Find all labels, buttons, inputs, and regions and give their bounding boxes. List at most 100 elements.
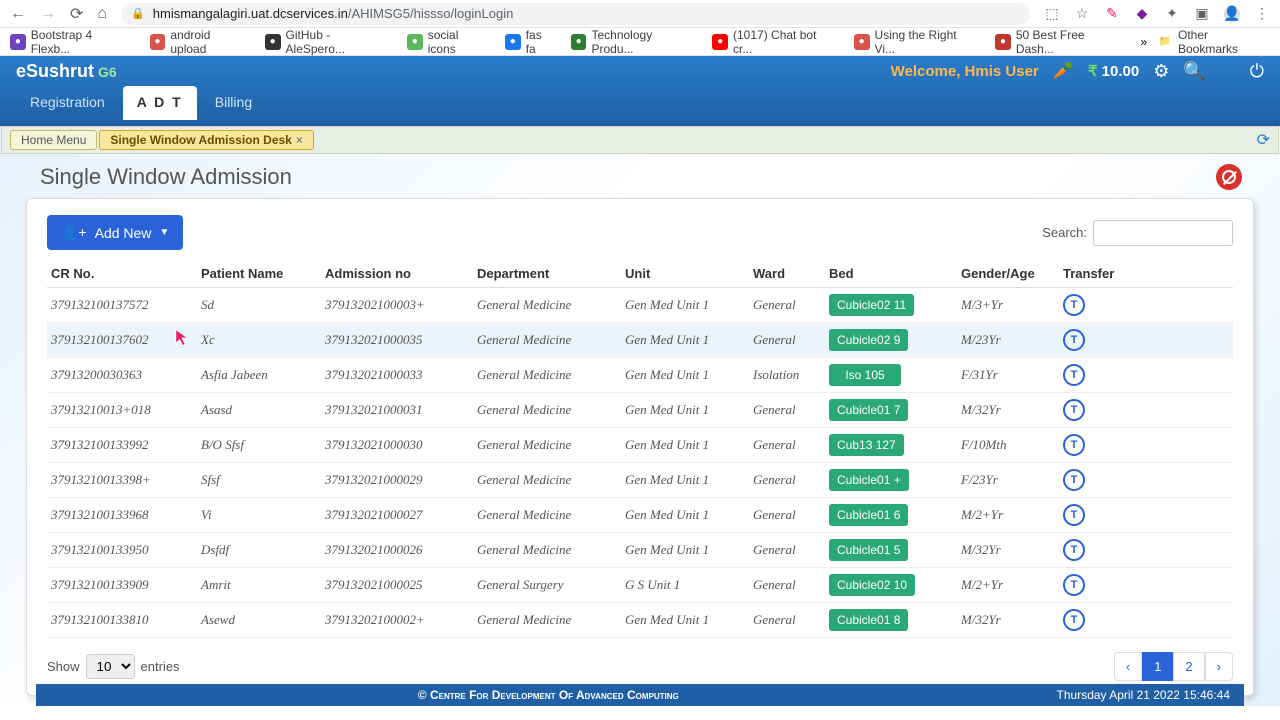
cell-transfer: T [1059,428,1233,463]
table-row[interactable]: 379132100133950 Dsfdf 379132021000026 Ge… [47,533,1233,568]
show-label: Show [47,659,80,674]
cell-ward: General [749,603,825,638]
power-icon[interactable]: ⏻ [1250,61,1264,82]
table-row[interactable]: 379132100133992 B/O Sfsf 379132021000030… [47,428,1233,463]
cell-department: General Medicine [473,603,621,638]
bookmark-item[interactable]: ●Using the Right Vi... [854,28,979,56]
panel-icon[interactable]: ▣ [1194,6,1210,22]
cell-patient-name: Asewd [197,603,321,638]
reload-icon[interactable]: ⟳ [70,4,83,24]
table-row[interactable]: 379132100137602 Xc 379132021000035 Gener… [47,323,1233,358]
search-input[interactable] [1093,220,1233,246]
menu-icon[interactable]: ⋮ [1254,6,1270,22]
column-header[interactable]: Unit [621,260,749,288]
cell-gender-age: M/23Yr [957,323,1059,358]
bookmark-item[interactable]: ●GitHub - AleSpero... [265,28,391,56]
transfer-button[interactable]: T [1063,469,1085,491]
transfer-button[interactable]: T [1063,329,1085,351]
bookmark-item[interactable]: ●(1017) Chat bot cr... [712,28,838,56]
table-row[interactable]: 379132100133810 Asewd 37913202100002+ Ge… [47,603,1233,638]
close-icon[interactable]: × [296,133,303,147]
cell-crno: 379132100133968 [47,498,197,533]
column-header[interactable]: Patient Name [197,260,321,288]
column-header[interactable]: Gender/Age [957,260,1059,288]
main-tabs: RegistrationA D TBilling [0,86,1280,126]
next-page[interactable]: › [1205,652,1233,681]
cell-transfer: T [1059,323,1233,358]
extension-icon[interactable]: ◆ [1134,6,1150,22]
table-row[interactable]: 379132100133968 Vi 379132021000027 Gener… [47,498,1233,533]
cell-patient-name: Asasd [197,393,321,428]
url-bar[interactable]: 🔒 hmismangalagiri.uat.dcservices.in/AHIM… [121,3,1030,25]
entries-select[interactable]: 10 [86,654,135,679]
transfer-button[interactable]: T [1063,364,1085,386]
table-row[interactable]: 37913210013398+ Sfsf 379132021000029 Gen… [47,463,1233,498]
tab-home-menu[interactable]: Home Menu [10,130,97,150]
gear-icon[interactable]: ⚙ [1153,61,1169,82]
other-bookmarks[interactable]: 📁Other Bookmarks [1157,28,1270,56]
page-1[interactable]: 1 [1142,652,1173,681]
transfer-button[interactable]: T [1063,574,1085,596]
transfer-button[interactable]: T [1063,504,1085,526]
home-icon[interactable]: ⌂ [97,5,107,23]
refresh-icon[interactable]: ⟳ [1257,130,1270,150]
transfer-button[interactable]: T [1063,609,1085,631]
prev-page[interactable]: ‹ [1114,652,1142,681]
bookmark-item[interactable]: ●android upload [150,28,249,56]
column-header[interactable]: CR No. [47,260,197,288]
cell-department: General Medicine [473,498,621,533]
cell-bed: Cub13 127 [825,428,957,463]
table-row[interactable]: 379132100137572 Sd 37913202100003+ Gener… [47,288,1233,323]
main-tab-billing[interactable]: Billing [201,86,266,120]
cell-unit: Gen Med Unit 1 [621,358,749,393]
more-bookmarks-icon[interactable]: » [1141,35,1148,49]
cell-admission-no: 379132021000029 [321,463,473,498]
column-header[interactable]: Admission no [321,260,473,288]
add-new-button[interactable]: 👤+ Add New ▼ [47,215,183,250]
star-icon[interactable]: ☆ [1074,6,1090,22]
cell-department: General Medicine [473,323,621,358]
cell-admission-no: 37913202100003+ [321,288,473,323]
bookmark-item[interactable]: ●Technology Produ... [571,28,697,56]
cell-ward: General [749,288,825,323]
tab-single-window-admission[interactable]: Single Window Admission Desk× [99,130,314,150]
cell-bed: Cubicle02 10 [825,568,957,603]
bed-badge: Cubicle01 8 [829,609,908,631]
search-icon[interactable]: 🔍 [1183,61,1205,82]
page-2[interactable]: 2 [1173,652,1204,681]
transfer-button[interactable]: T [1063,294,1085,316]
column-header[interactable]: Department [473,260,621,288]
cell-transfer: T [1059,498,1233,533]
cancel-button[interactable] [1216,164,1242,190]
table-row[interactable]: 37913210013+018 Asasd 379132021000031 Ge… [47,393,1233,428]
cell-bed: Cubicle01 + [825,463,957,498]
bed-badge: Iso 105 [829,364,901,386]
back-icon[interactable]: ← [10,5,26,23]
transfer-button[interactable]: T [1063,399,1085,421]
bookmark-item[interactable]: ●50 Best Free Dash... [995,28,1124,56]
cell-bed: Cubicle02 9 [825,323,957,358]
search-label: Search: [1042,225,1087,240]
table-row[interactable]: 379132100133909 Amrit 379132021000025 Ge… [47,568,1233,603]
main-tab-adt[interactable]: A D T [123,86,197,120]
profile-icon[interactable]: 👤 [1224,6,1240,22]
bookmark-item[interactable]: ●Bootstrap 4 Flexb... [10,28,134,56]
puzzle-icon[interactable]: ✦ [1164,6,1180,22]
transfer-button[interactable]: T [1063,434,1085,456]
pen-icon[interactable]: ✎ [1104,6,1120,22]
sub-tab-bar: Home Menu Single Window Admission Desk× … [1,126,1279,154]
transfer-button[interactable]: T [1063,539,1085,561]
wallet-icon[interactable]: 🥕 [1053,61,1074,81]
cell-admission-no: 379132021000026 [321,533,473,568]
main-tab-registration[interactable]: Registration [16,86,119,120]
install-icon[interactable]: ⬚ [1044,6,1060,22]
column-header[interactable]: Ward [749,260,825,288]
bookmark-item[interactable]: ●fas fa [505,28,555,56]
bookmark-item[interactable]: ●social icons [407,28,489,56]
cell-patient-name: Asfia Jabeen [197,358,321,393]
column-header[interactable]: Bed [825,260,957,288]
table-row[interactable]: 37913200030363 Asfia Jabeen 379132021000… [47,358,1233,393]
wallet-amount: ₹ 10.00 [1088,62,1139,80]
column-header[interactable]: Transfer [1059,260,1233,288]
cell-ward: Isolation [749,358,825,393]
